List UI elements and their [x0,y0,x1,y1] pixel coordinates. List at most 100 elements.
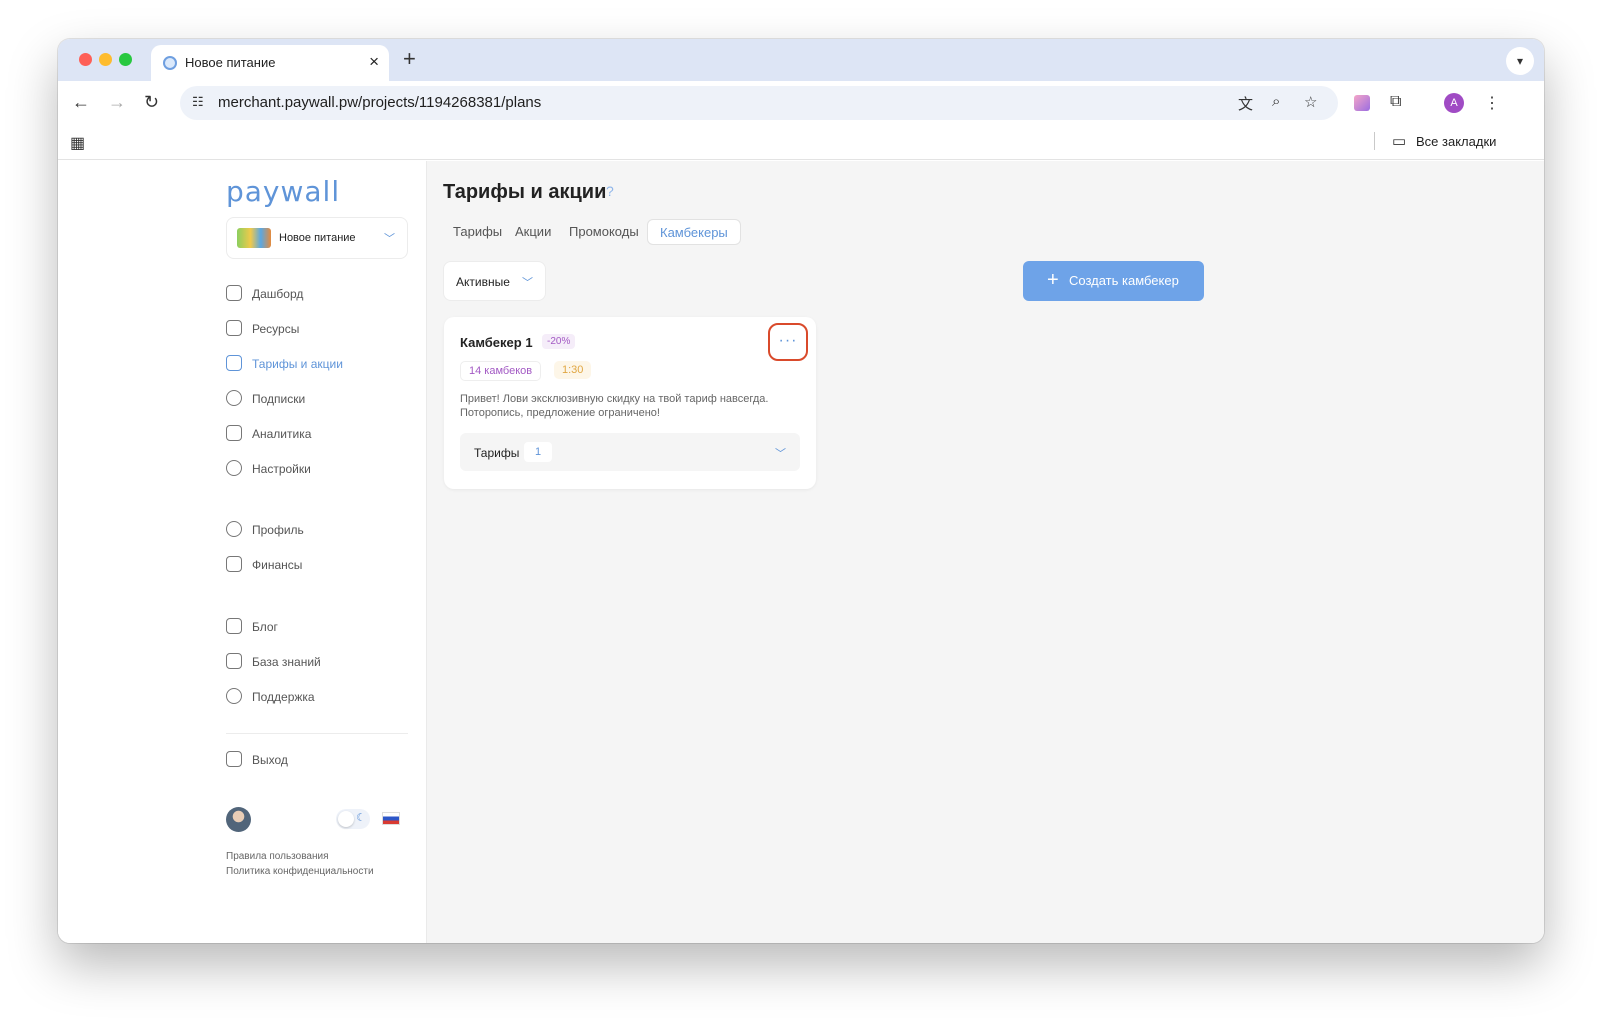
apps-grid-icon[interactable]: ▦ [70,133,85,153]
plans-label: Тарифы [474,446,520,460]
plans-icon [226,355,242,371]
sidebar-item-subscriptions[interactable]: Подписки [226,388,406,410]
timer-badge: 1:30 [554,361,592,379]
all-bookmarks-link[interactable]: Все закладки [1416,134,1496,149]
sidebar-item-knowledge-base[interactable]: База знаний [226,651,406,673]
create-button-label: Создать камбекер [1069,273,1179,288]
project-selector[interactable]: Новое питание ﹀ [226,217,408,259]
extension-icon[interactable] [1354,95,1370,111]
close-tab-icon[interactable]: × [369,52,379,72]
zoom-icon[interactable]: ⌕ [1272,93,1280,110]
wallet-icon [226,556,242,572]
sidebar-item-label: Ресурсы [252,322,300,336]
card-plans-accordion[interactable]: Тарифы 1 ﹀ [460,433,800,471]
forward-arrow-icon[interactable]: → [108,90,126,114]
sidebar-item-label: Блог [252,620,278,634]
favicon-icon [163,56,177,70]
sidebar-item-label: Подписки [252,392,306,406]
help-icon[interactable]: ? [606,183,614,199]
sidebar-item-analytics[interactable]: Аналитика [226,423,406,445]
russian-flag-icon[interactable] [382,812,400,825]
sidebar-item-label: База знаний [252,655,321,669]
sidebar-item-label: Финансы [252,558,303,572]
bookmarks-divider [1374,132,1375,150]
bookmarks-bar: ▦ ▭ Все закладки [58,124,1544,160]
filter-value: Активные [456,275,510,289]
analytics-icon [226,425,242,441]
close-window-button[interactable] [79,53,92,66]
reload-icon[interactable]: ↻ [144,90,159,114]
menu-dots-icon[interactable]: ⋮ [1484,93,1500,113]
sidebar-item-settings[interactable]: Настройки [226,458,406,480]
translate-icon[interactable]: 文 [1238,93,1253,114]
sidebar-item-label: Тарифы и акции [252,357,343,371]
comeback-count-badge: 14 камбеков [460,361,542,381]
headset-icon [226,688,242,704]
sidebar-item-profile[interactable]: Профиль [226,519,406,541]
browser-toolbar: ← → ↻ ☷ merchant.paywall.pw/projects/119… [58,81,1544,124]
browser-window: Новое питание × + ▾ ← → ↻ ☷ merchant.pay… [58,39,1544,943]
sidebar-item-resources[interactable]: Ресурсы [226,318,406,340]
sidebar-item-dashboard[interactable]: Дашборд [226,283,406,305]
status-filter-select[interactable]: Активные ﹀ [443,261,546,301]
gear-icon [226,460,242,476]
minimize-window-button[interactable] [99,53,112,66]
toggle-knob [338,811,354,827]
tab-comebackers[interactable]: Камбекеры [647,219,741,245]
profile-icon [226,521,242,537]
resources-icon [226,320,242,336]
chevron-down-icon: ﹀ [522,277,533,289]
card-title: Камбекер 1 [460,335,533,350]
tab-promotions[interactable]: Акции [515,224,551,239]
bookmark-star-icon[interactable]: ☆ [1304,93,1317,111]
sidebar-item-label: Профиль [252,523,304,537]
sidebar-item-label: Выход [252,753,288,767]
discount-badge: -20% [542,334,576,349]
sidebar-item-support[interactable]: Поддержка [226,686,406,708]
address-bar[interactable]: ☷ merchant.paywall.pw/projects/119426838… [180,86,1338,120]
tab-promocodes[interactable]: Промокоды [569,224,639,239]
sidebar-item-blog[interactable]: Блог [226,616,406,638]
sidebar: paywall Новое питание ﹀ Дашборд Ресурсы … [58,161,427,943]
project-name: Новое питание [279,232,356,244]
blog-icon [226,618,242,634]
new-tab-icon[interactable]: + [403,47,416,71]
sidebar-item-label: Аналитика [252,427,312,441]
tab-search-chevron-icon[interactable]: ▾ [1506,47,1534,75]
privacy-policy-link[interactable]: Политика конфиденциальности [226,866,374,877]
sidebar-item-finances[interactable]: Финансы [226,554,406,576]
sidebar-item-logout[interactable]: Выход [226,749,406,771]
card-more-button[interactable]: ··· [768,323,808,361]
back-arrow-icon[interactable]: ← [72,90,90,114]
create-comebacker-button[interactable]: + Создать камбекер [1023,261,1204,301]
folder-icon[interactable]: ▭ [1392,132,1406,150]
theme-toggle[interactable]: ☾ [336,809,370,829]
tab-plans[interactable]: Тарифы [453,224,502,239]
tab-strip: Новое питание × + ▾ [58,39,1544,81]
sidebar-item-label: Поддержка [252,690,315,704]
page-content: paywall Новое питание ﹀ Дашборд Ресурсы … [58,161,1544,943]
chevron-down-icon: ﹀ [775,448,786,460]
project-thumbnail [237,228,271,248]
site-info-icon[interactable]: ☷ [192,94,204,110]
page-title: Тарифы и акции [443,181,607,203]
url-text[interactable]: merchant.paywall.pw/projects/1194268381/… [218,94,541,111]
avatar[interactable] [226,807,251,832]
sidebar-item-plans[interactable]: Тарифы и акции [226,353,406,375]
terms-link[interactable]: Правила пользования [226,851,329,862]
chevron-down-icon: ﹀ [384,233,395,245]
knowledge-base-icon [226,653,242,669]
maximize-window-button[interactable] [119,53,132,66]
paywall-logo[interactable]: paywall [226,175,340,208]
browser-tab[interactable]: Новое питание × [151,45,389,81]
card-description: Привет! Лови эксклюзивную скидку на твой… [460,393,769,419]
profile-avatar[interactable]: A [1444,93,1464,113]
more-dots-icon: ··· [778,332,798,349]
logout-icon [226,751,242,767]
sidebar-divider [226,733,408,734]
sidebar-item-label: Настройки [252,462,311,476]
plans-count-badge: 1 [524,442,552,462]
subscriptions-icon [226,390,242,406]
sidebar-item-label: Дашборд [252,287,304,301]
extensions-puzzle-icon[interactable]: ⧉ [1390,93,1401,111]
